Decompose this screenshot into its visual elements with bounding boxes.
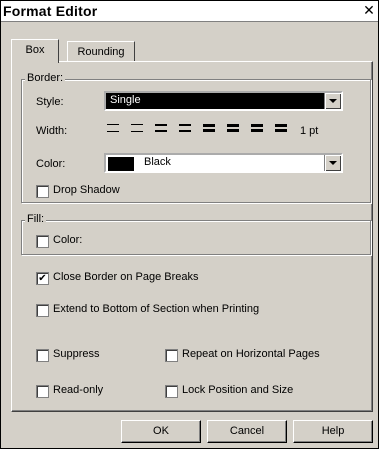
lock-position-checkbox[interactable]	[165, 385, 178, 398]
line-width-7-icon[interactable]	[251, 122, 263, 134]
line-width-1-icon[interactable]	[107, 122, 119, 134]
repeat-horizontal-label: Repeat on Horizontal Pages	[182, 348, 320, 360]
chevron-down-icon[interactable]	[324, 93, 341, 109]
title-bar[interactable]: Format Editor ✕	[1, 1, 378, 22]
close-icon[interactable]: ✕	[362, 3, 376, 17]
drop-shadow-label: Drop Shadow	[53, 184, 120, 196]
read-only-checkbox[interactable]	[36, 385, 49, 398]
border-color-dropdown[interactable]: Black	[104, 153, 343, 173]
style-label: Style:	[36, 96, 64, 108]
style-dropdown[interactable]: Single	[104, 91, 343, 111]
close-border-label: Close Border on Page Breaks	[53, 271, 199, 283]
line-width-2-icon[interactable]	[131, 122, 143, 134]
tab-box-label: Box	[25, 44, 45, 56]
fill-legend: Fill:	[25, 213, 47, 225]
tab-rounding[interactable]: Rounding	[67, 41, 135, 62]
fill-color-checkbox[interactable]	[36, 235, 49, 248]
suppress-checkbox[interactable]	[36, 349, 49, 362]
line-width-5-icon[interactable]	[203, 122, 215, 134]
read-only-label: Read-only	[53, 384, 104, 396]
repeat-horizontal-checkbox[interactable]	[165, 349, 178, 362]
extend-bottom-label: Extend to Bottom of Section when Printin…	[53, 303, 260, 315]
color-swatch	[108, 157, 134, 171]
line-width-3-icon[interactable]	[155, 122, 167, 134]
line-width-4-icon[interactable]	[179, 122, 191, 134]
lock-position-label: Lock Position and Size	[182, 384, 294, 396]
tab-rounding-label: Rounding	[77, 46, 125, 58]
close-border-checkbox[interactable]: ✔	[36, 272, 49, 285]
line-width-8-icon[interactable]	[275, 122, 287, 134]
help-button[interactable]: Help	[293, 420, 373, 443]
extend-bottom-checkbox[interactable]	[36, 304, 49, 317]
chevron-down-icon[interactable]	[324, 155, 341, 171]
drop-shadow-checkbox[interactable]	[36, 185, 49, 198]
format-editor-window: Format Editor ✕ Box Rounding Border: Sty…	[0, 0, 379, 449]
border-legend: Border:	[25, 72, 66, 84]
fill-color-label: Color:	[53, 234, 83, 246]
style-value: Single	[110, 94, 141, 106]
window-title: Format Editor	[3, 3, 98, 19]
tab-box[interactable]: Box	[11, 39, 59, 63]
ok-button[interactable]: OK	[121, 420, 201, 443]
cancel-button[interactable]: Cancel	[207, 420, 287, 443]
width-label: Width:	[36, 125, 68, 137]
border-color-value: Black	[144, 156, 171, 168]
width-unit: 1 pt	[300, 125, 319, 137]
color-label: Color:	[36, 158, 66, 170]
suppress-label: Suppress	[53, 348, 100, 360]
line-width-6-icon[interactable]	[227, 122, 239, 134]
